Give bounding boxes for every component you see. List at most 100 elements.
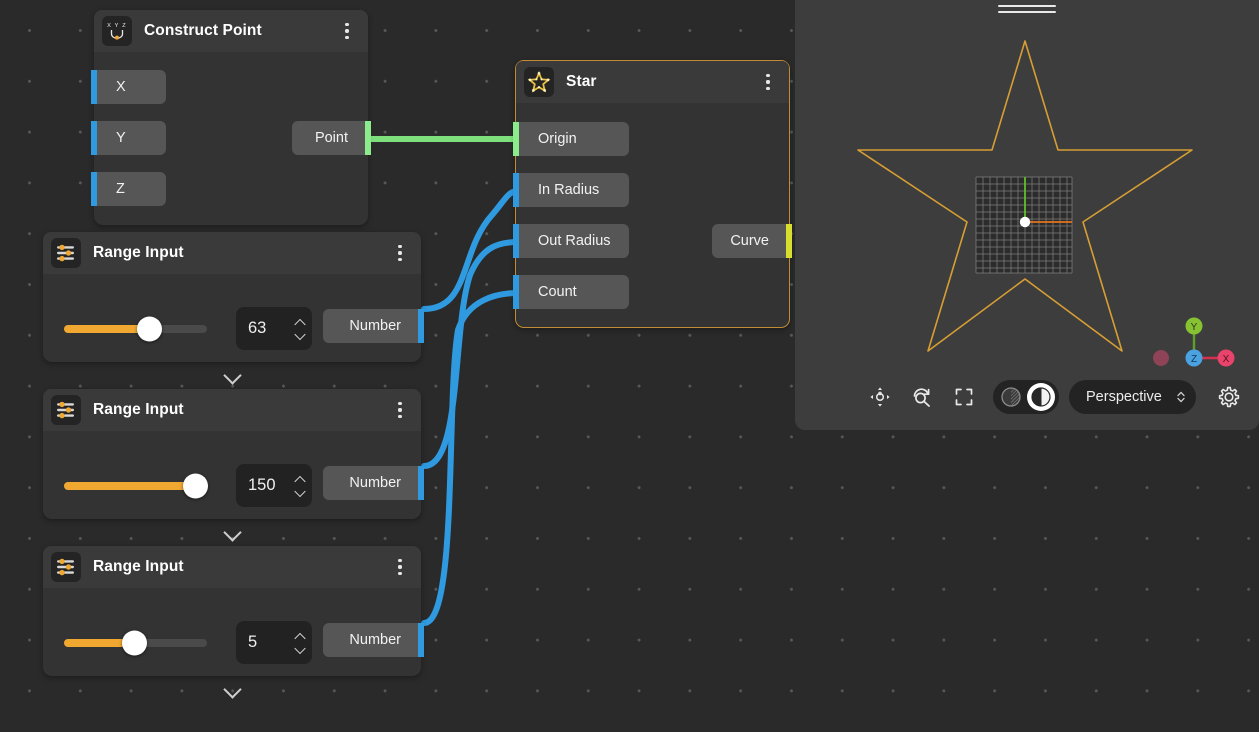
chevron-down-icon[interactable] — [222, 526, 242, 537]
connector-in-radius[interactable] — [513, 173, 519, 207]
kebab-menu-icon[interactable] — [389, 553, 411, 581]
port-input-in-radius[interactable]: In Radius — [516, 173, 629, 207]
connector-count[interactable] — [513, 275, 519, 309]
slider-knob[interactable] — [122, 630, 147, 655]
connector-number[interactable] — [418, 466, 424, 500]
solid-shading-icon[interactable] — [1027, 383, 1055, 411]
connector-number[interactable] — [418, 309, 424, 343]
sliders-icon — [51, 395, 81, 425]
star-icon — [524, 67, 554, 97]
port-output-point[interactable]: Point — [292, 121, 368, 155]
node-expand-toggle[interactable] — [43, 526, 421, 537]
node-header[interactable]: Range Input — [43, 232, 421, 274]
range-slider[interactable] — [64, 639, 207, 647]
node-construct-point[interactable]: X Y Z Construct Point X Y Z — [94, 10, 368, 225]
node-title: Construct Point — [144, 22, 336, 40]
port-input-y[interactable]: Y — [94, 121, 166, 155]
kebab-menu-icon[interactable] — [757, 68, 779, 96]
kebab-menu-icon[interactable] — [336, 17, 358, 45]
connector-y[interactable] — [91, 121, 97, 155]
chevron-down-icon[interactable] — [222, 369, 242, 380]
port-input-out-radius[interactable]: Out Radius — [516, 224, 629, 258]
orbit-icon[interactable] — [863, 380, 897, 414]
viewport-toolbar: Perspective — [863, 380, 1246, 414]
axis-neg-x — [1153, 350, 1169, 366]
port-label: Number — [349, 318, 401, 334]
number-input[interactable]: 5 — [236, 621, 312, 664]
connector-out-radius[interactable] — [513, 224, 519, 258]
connector-z[interactable] — [91, 172, 97, 206]
connector-number[interactable] — [418, 623, 424, 657]
port-label: X — [116, 79, 126, 95]
reset-view-icon[interactable] — [905, 380, 939, 414]
node-star[interactable]: Star Origin In Radius Out Radius Count — [515, 60, 790, 328]
port-label: Out Radius — [538, 233, 611, 249]
port-label: Count — [538, 284, 577, 300]
node-header[interactable]: Range Input — [43, 389, 421, 431]
connector-point[interactable] — [365, 121, 371, 155]
node-range-input-3[interactable]: Range Input 5 Number — [43, 546, 421, 676]
port-input-origin[interactable]: Origin — [516, 122, 629, 156]
fit-frame-icon[interactable] — [947, 380, 981, 414]
port-output-curve[interactable]: Curve — [712, 224, 789, 258]
chevron-down-icon[interactable] — [295, 646, 306, 652]
projection-value: Perspective — [1086, 389, 1162, 405]
port-label: Curve — [730, 233, 769, 249]
connector-origin[interactable] — [513, 122, 519, 156]
wireframe-shading-icon[interactable] — [997, 383, 1025, 411]
port-label: Point — [315, 130, 348, 146]
svg-text:X Y Z: X Y Z — [107, 23, 127, 29]
chevron-up-icon[interactable] — [295, 633, 306, 639]
chevron-up-icon[interactable] — [295, 319, 306, 325]
chevron-down-icon[interactable] — [295, 489, 306, 495]
node-expand-toggle[interactable] — [43, 683, 421, 694]
port-label: Y — [116, 130, 126, 146]
slider-knob[interactable] — [137, 316, 162, 341]
range-slider[interactable] — [64, 482, 207, 490]
number-value: 150 — [236, 476, 276, 495]
slider-knob[interactable] — [183, 473, 208, 498]
port-input-count[interactable]: Count — [516, 275, 629, 309]
node-title: Range Input — [93, 244, 389, 262]
node-title: Range Input — [93, 558, 389, 576]
node-header[interactable]: X Y Z Construct Point — [94, 10, 368, 52]
viewport-3d-panel[interactable]: Y Z X — [795, 0, 1259, 430]
node-header[interactable]: Range Input — [43, 546, 421, 588]
number-input[interactable]: 63 — [236, 307, 312, 350]
kebab-menu-icon[interactable] — [389, 396, 411, 424]
number-stepper[interactable] — [295, 476, 306, 495]
svg-text:Z: Z — [1191, 354, 1197, 365]
connector-curve[interactable] — [786, 224, 792, 258]
number-input[interactable]: 150 — [236, 464, 312, 507]
range-slider[interactable] — [64, 325, 207, 333]
port-input-z[interactable]: Z — [94, 172, 166, 206]
kebab-menu-icon[interactable] — [389, 239, 411, 267]
chevron-updown-icon[interactable] — [1176, 390, 1186, 404]
number-value: 63 — [236, 319, 266, 338]
shading-mode-group[interactable] — [993, 380, 1059, 414]
port-label: Number — [349, 475, 401, 491]
projection-select[interactable]: Perspective — [1069, 380, 1196, 414]
connector-x[interactable] — [91, 70, 97, 104]
number-value: 5 — [236, 633, 257, 652]
viewport-scene: Y Z X — [795, 0, 1259, 430]
construct-point-icon: X Y Z — [102, 16, 132, 46]
axis-gizmo[interactable]: Y Z X — [1153, 318, 1235, 367]
node-range-input-1[interactable]: Range Input 63 Number — [43, 232, 421, 362]
chevron-up-icon[interactable] — [295, 476, 306, 482]
port-output-number[interactable]: Number — [323, 623, 421, 657]
number-stepper[interactable] — [295, 633, 306, 652]
sliders-icon — [51, 238, 81, 268]
gear-icon[interactable] — [1212, 380, 1246, 414]
port-output-number[interactable]: Number — [323, 466, 421, 500]
chevron-down-icon[interactable] — [295, 332, 306, 338]
port-label: Number — [349, 632, 401, 648]
node-expand-toggle[interactable] — [43, 369, 421, 380]
port-input-x[interactable]: X — [94, 70, 166, 104]
node-range-input-2[interactable]: Range Input 150 Number — [43, 389, 421, 519]
port-output-number[interactable]: Number — [323, 309, 421, 343]
node-header[interactable]: Star — [516, 61, 789, 103]
number-stepper[interactable] — [295, 319, 306, 338]
viewport-grid — [976, 177, 1072, 273]
chevron-down-icon[interactable] — [222, 683, 242, 694]
